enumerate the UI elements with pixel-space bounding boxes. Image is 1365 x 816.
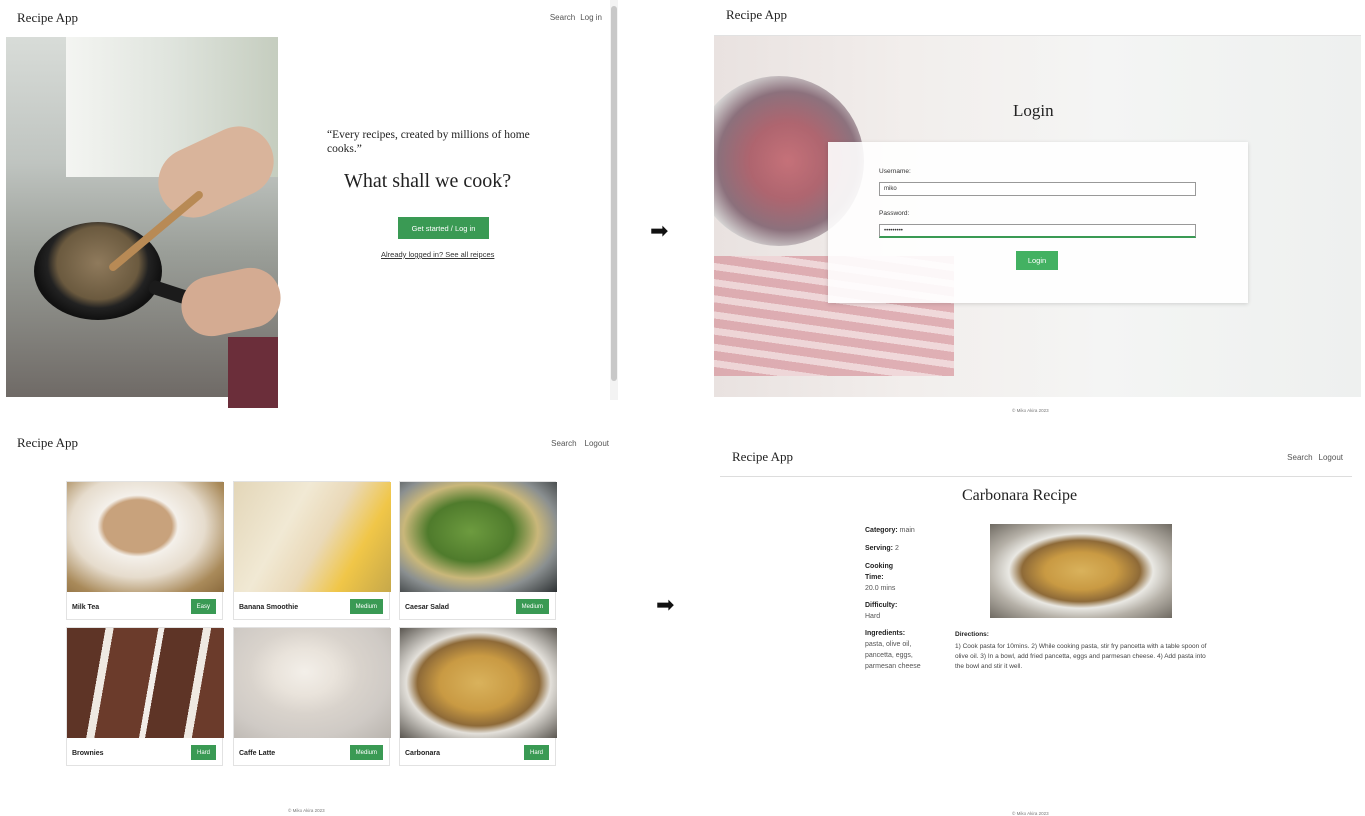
difficulty-badge: Easy bbox=[190, 599, 216, 614]
top-nav: Search Logout bbox=[551, 439, 609, 448]
difficulty-value: Hard bbox=[865, 613, 881, 620]
carbonara-photo bbox=[990, 524, 1172, 618]
login-title: Login bbox=[1013, 101, 1054, 120]
serving-label: Serving: bbox=[865, 545, 894, 552]
directions-text: 1) Cook pasta for 10mins. 2) While cooki… bbox=[955, 643, 1207, 670]
difficulty-field: Difficulty: Hard bbox=[865, 600, 935, 622]
nav-login-link[interactable]: Log in bbox=[580, 13, 602, 22]
recipe-name: Milk Tea bbox=[72, 604, 100, 611]
nav-logout-link[interactable]: Logout bbox=[1319, 453, 1343, 462]
arrow-right-icon: ➡ bbox=[650, 218, 669, 243]
recipe-name: Banana Smoothie bbox=[239, 604, 299, 611]
scrollbar-thumb[interactable] bbox=[611, 6, 617, 381]
top-nav: Search Log in bbox=[550, 13, 602, 22]
nav-search-link[interactable]: Search bbox=[551, 439, 576, 448]
nav-search-link[interactable]: Search bbox=[550, 13, 575, 22]
cooking-time-value: 20.0 mins bbox=[865, 585, 896, 592]
cooking-time-label: Cooking Time: bbox=[865, 563, 893, 581]
login-button[interactable]: Login bbox=[1016, 251, 1058, 270]
banana-smoothie-image bbox=[234, 482, 391, 592]
category-field: Category: main bbox=[865, 525, 935, 536]
directions-section: Directions: 1) Cook pasta for 10mins. 2)… bbox=[955, 630, 1210, 672]
top-nav: Search Logout bbox=[1287, 453, 1343, 462]
footer-copyright: © Miko Akira 2023 bbox=[288, 808, 325, 813]
recipe-card[interactable]: Milk Tea Easy bbox=[66, 481, 224, 620]
cooking-time-field: Cooking Time: 20.0 mins bbox=[865, 561, 905, 594]
hero-hand bbox=[175, 262, 287, 342]
ingredients-field: Ingredients: pasta, olive oil, pancetta,… bbox=[865, 628, 935, 672]
difficulty-badge: Medium bbox=[349, 745, 383, 760]
recipe-title: Carbonara Recipe bbox=[962, 487, 1078, 504]
footer-copyright: © Miko Akira 2023 bbox=[1012, 408, 1049, 413]
difficulty-label: Difficulty: bbox=[865, 602, 898, 609]
hero-headline: What shall we cook? bbox=[344, 170, 512, 192]
app-brand[interactable]: Recipe App bbox=[17, 10, 78, 26]
recipe-card[interactable]: Carbonara Hard bbox=[399, 627, 557, 766]
serving-value: 2 bbox=[894, 545, 899, 552]
recipe-name: Carbonara bbox=[405, 750, 441, 757]
category-label: Category: bbox=[865, 527, 898, 534]
directions-label: Directions: bbox=[955, 631, 989, 638]
ingredients-label: Ingredients: bbox=[865, 630, 906, 637]
hero-cooking-image bbox=[6, 37, 287, 408]
difficulty-badge: Hard bbox=[190, 745, 216, 760]
caesar-salad-image bbox=[400, 482, 557, 592]
arrow-right-icon: ➡ bbox=[656, 592, 675, 617]
recipe-card[interactable]: Banana Smoothie Medium bbox=[233, 481, 391, 620]
ingredients-value: pasta, olive oil, pancetta, eggs, parmes… bbox=[865, 641, 921, 670]
recipe-list-page: Recipe App Search Logout Milk Tea Easy B… bbox=[0, 425, 620, 816]
recipe-detail-page: Recipe App Search Logout Carbonara Recip… bbox=[720, 440, 1365, 816]
difficulty-badge: Medium bbox=[349, 599, 383, 614]
brownies-image bbox=[67, 628, 224, 738]
difficulty-badge: Medium bbox=[515, 599, 549, 614]
see-all-recipes-link[interactable]: Already logged in? See all reipces bbox=[381, 250, 494, 259]
login-page: Recipe App Login Username: miko Password… bbox=[714, 0, 1361, 420]
carbonara-image bbox=[400, 628, 557, 738]
login-form: Username: miko Password: ••••••••• Login bbox=[828, 142, 1248, 303]
tagline-quote: “Every recipes, created by millions of h… bbox=[327, 129, 530, 155]
app-brand[interactable]: Recipe App bbox=[732, 449, 793, 465]
nav-logout-link[interactable]: Logout bbox=[585, 439, 609, 448]
landing-page: Recipe App Search Log in “Every recipes,… bbox=[0, 0, 620, 408]
header-divider bbox=[720, 476, 1352, 477]
get-started-button[interactable]: Get started / Log in bbox=[398, 217, 489, 239]
serving-field: Serving: 2 bbox=[865, 543, 935, 554]
recipe-name: Brownies bbox=[72, 750, 104, 757]
recipe-card[interactable]: Brownies Hard bbox=[66, 627, 224, 766]
milk-tea-image bbox=[67, 482, 224, 592]
recipe-card[interactable]: Caffe Latte Medium bbox=[233, 627, 391, 766]
nav-search-link[interactable]: Search bbox=[1287, 453, 1312, 462]
category-value: main bbox=[899, 527, 915, 534]
app-brand[interactable]: Recipe App bbox=[726, 7, 787, 23]
hero-apron bbox=[228, 337, 278, 408]
recipe-card[interactable]: Caesar Salad Medium bbox=[399, 481, 557, 620]
app-brand[interactable]: Recipe App bbox=[17, 435, 78, 451]
difficulty-badge: Hard bbox=[523, 745, 549, 760]
recipe-name: Caffe Latte bbox=[239, 750, 276, 757]
username-label: Username: bbox=[879, 168, 911, 175]
recipe-name: Caesar Salad bbox=[405, 604, 449, 611]
username-field[interactable]: miko bbox=[879, 182, 1196, 196]
password-label: Password: bbox=[879, 210, 910, 217]
footer-copyright: © Miko Akira 2023 bbox=[1012, 811, 1049, 816]
page-scrollbar[interactable] bbox=[610, 0, 618, 400]
password-field[interactable]: ••••••••• bbox=[879, 224, 1196, 238]
caffe-latte-image bbox=[234, 628, 391, 738]
